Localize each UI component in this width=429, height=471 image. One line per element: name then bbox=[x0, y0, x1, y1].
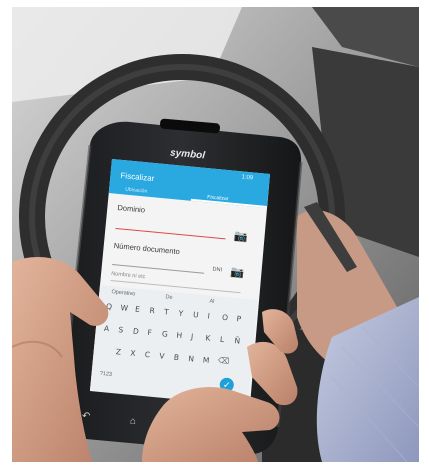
hands bbox=[12, 257, 299, 462]
photo: 1:09 Fiscalizar Ubicación Fiscalizar Dom… bbox=[12, 7, 419, 462]
